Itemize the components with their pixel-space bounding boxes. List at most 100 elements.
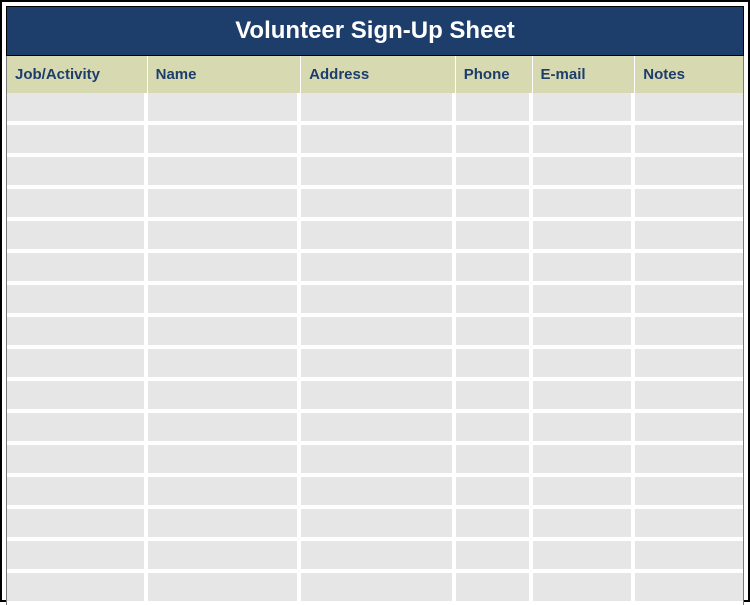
cell-job-activity[interactable] (7, 189, 148, 221)
cell-phone[interactable] (456, 509, 533, 541)
header-notes: Notes (635, 56, 743, 93)
cell-notes[interactable] (635, 317, 743, 349)
cell-name[interactable] (148, 541, 302, 573)
cell-phone[interactable] (456, 413, 533, 445)
cell-address[interactable] (301, 253, 456, 285)
cell-address[interactable] (301, 221, 456, 253)
cell-job-activity[interactable] (7, 509, 148, 541)
cell-phone[interactable] (456, 445, 533, 477)
cell-name[interactable] (148, 381, 302, 413)
cell-email[interactable] (533, 93, 636, 125)
cell-phone[interactable] (456, 573, 533, 605)
cell-email[interactable] (533, 189, 636, 221)
cell-job-activity[interactable] (7, 573, 148, 605)
cell-phone[interactable] (456, 93, 533, 125)
cell-email[interactable] (533, 317, 636, 349)
header-phone: Phone (456, 56, 533, 93)
cell-job-activity[interactable] (7, 445, 148, 477)
cell-name[interactable] (148, 413, 302, 445)
cell-job-activity[interactable] (7, 477, 148, 509)
cell-address[interactable] (301, 189, 456, 221)
cell-phone[interactable] (456, 381, 533, 413)
cell-phone[interactable] (456, 541, 533, 573)
cell-notes[interactable] (635, 413, 743, 445)
cell-phone[interactable] (456, 477, 533, 509)
cell-address[interactable] (301, 157, 456, 189)
cell-notes[interactable] (635, 157, 743, 189)
cell-job-activity[interactable] (7, 381, 148, 413)
table-row (7, 285, 743, 317)
cell-notes[interactable] (635, 349, 743, 381)
cell-email[interactable] (533, 157, 636, 189)
cell-email[interactable] (533, 509, 636, 541)
cell-notes[interactable] (635, 221, 743, 253)
cell-phone[interactable] (456, 125, 533, 157)
cell-address[interactable] (301, 317, 456, 349)
cell-name[interactable] (148, 573, 302, 605)
cell-notes[interactable] (635, 253, 743, 285)
cell-email[interactable] (533, 253, 636, 285)
cell-notes[interactable] (635, 285, 743, 317)
cell-name[interactable] (148, 349, 302, 381)
cell-job-activity[interactable] (7, 221, 148, 253)
cell-notes[interactable] (635, 381, 743, 413)
cell-job-activity[interactable] (7, 93, 148, 125)
cell-job-activity[interactable] (7, 253, 148, 285)
cell-phone[interactable] (456, 189, 533, 221)
cell-phone[interactable] (456, 157, 533, 189)
cell-email[interactable] (533, 285, 636, 317)
cell-notes[interactable] (635, 509, 743, 541)
cell-job-activity[interactable] (7, 349, 148, 381)
cell-notes[interactable] (635, 477, 743, 509)
table-row (7, 253, 743, 285)
cell-name[interactable] (148, 445, 302, 477)
cell-phone[interactable] (456, 221, 533, 253)
cell-name[interactable] (148, 93, 302, 125)
cell-email[interactable] (533, 381, 636, 413)
cell-email[interactable] (533, 413, 636, 445)
cell-job-activity[interactable] (7, 285, 148, 317)
cell-name[interactable] (148, 157, 302, 189)
cell-email[interactable] (533, 445, 636, 477)
cell-phone[interactable] (456, 285, 533, 317)
cell-address[interactable] (301, 541, 456, 573)
cell-notes[interactable] (635, 125, 743, 157)
cell-address[interactable] (301, 509, 456, 541)
cell-phone[interactable] (456, 253, 533, 285)
cell-email[interactable] (533, 349, 636, 381)
cell-name[interactable] (148, 509, 302, 541)
cell-job-activity[interactable] (7, 413, 148, 445)
cell-phone[interactable] (456, 349, 533, 381)
cell-job-activity[interactable] (7, 157, 148, 189)
cell-address[interactable] (301, 477, 456, 509)
cell-email[interactable] (533, 477, 636, 509)
cell-name[interactable] (148, 125, 302, 157)
cell-phone[interactable] (456, 317, 533, 349)
cell-email[interactable] (533, 221, 636, 253)
cell-address[interactable] (301, 93, 456, 125)
cell-address[interactable] (301, 349, 456, 381)
cell-address[interactable] (301, 125, 456, 157)
cell-notes[interactable] (635, 541, 743, 573)
cell-job-activity[interactable] (7, 541, 148, 573)
cell-job-activity[interactable] (7, 125, 148, 157)
cell-email[interactable] (533, 541, 636, 573)
cell-address[interactable] (301, 285, 456, 317)
cell-notes[interactable] (635, 445, 743, 477)
cell-address[interactable] (301, 381, 456, 413)
cell-job-activity[interactable] (7, 317, 148, 349)
cell-address[interactable] (301, 445, 456, 477)
cell-notes[interactable] (635, 189, 743, 221)
cell-address[interactable] (301, 413, 456, 445)
cell-name[interactable] (148, 285, 302, 317)
cell-email[interactable] (533, 125, 636, 157)
cell-email[interactable] (533, 573, 636, 605)
cell-name[interactable] (148, 221, 302, 253)
cell-notes[interactable] (635, 93, 743, 125)
cell-name[interactable] (148, 317, 302, 349)
cell-name[interactable] (148, 189, 302, 221)
cell-address[interactable] (301, 573, 456, 605)
cell-name[interactable] (148, 253, 302, 285)
cell-name[interactable] (148, 477, 302, 509)
cell-notes[interactable] (635, 573, 743, 605)
